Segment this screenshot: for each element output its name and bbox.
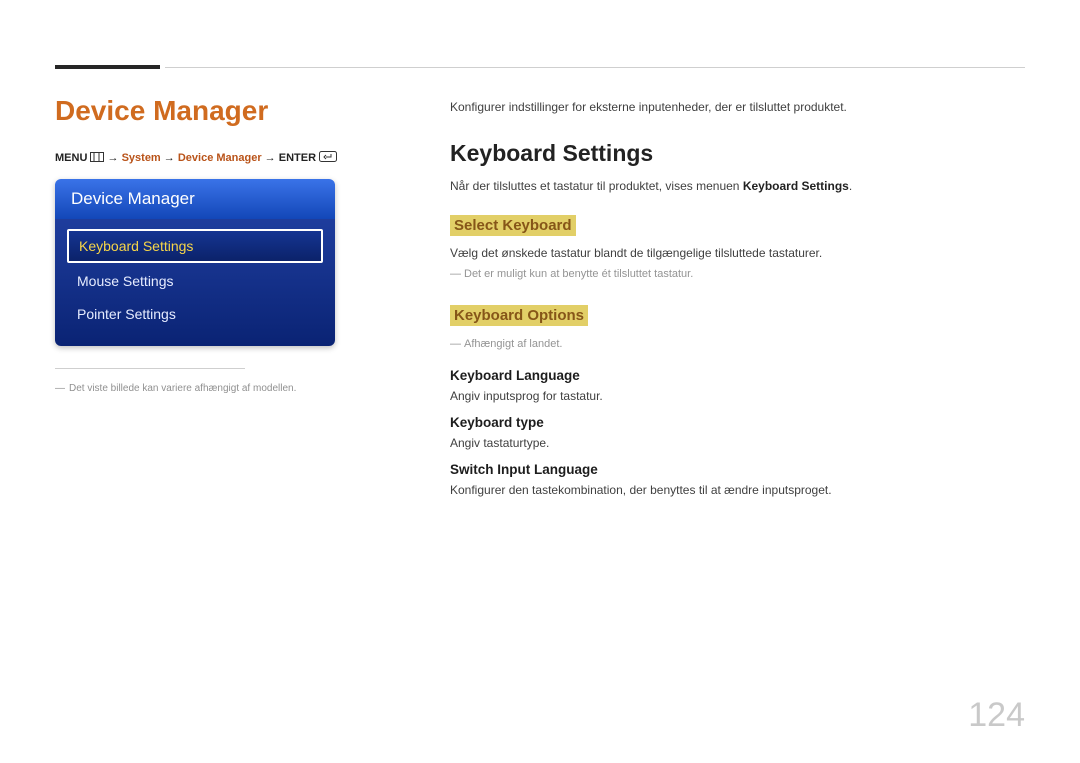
device-manager-panel: Device Manager Keyboard Settings Mouse S… (55, 179, 335, 346)
note-text: Det er muligt kun at benytte ét tilslutt… (464, 268, 693, 280)
panel-body: Keyboard Settings Mouse Settings Pointer… (55, 219, 335, 346)
heading-keyboard-language: Keyboard Language (450, 368, 1025, 383)
panel-item-label: Keyboard Settings (79, 238, 193, 254)
keyboard-language-desc: Angiv inputsprog for tastatur. (450, 389, 1025, 403)
note-text: Afhængigt af landet. (464, 338, 562, 350)
keyboard-type-desc: Angiv tastaturtype. (450, 436, 1025, 450)
header-accent-bar (55, 65, 160, 69)
breadcrumb-device-manager: Device Manager (178, 152, 262, 164)
dash-icon: ― (450, 266, 464, 283)
footnote-text: Det viste billede kan variere afhængigt … (69, 383, 296, 394)
switch-input-language-desc: Konfigurer den tastekombination, der ben… (450, 483, 1025, 497)
breadcrumb-system: System (122, 152, 161, 164)
intro-text: Konfigurer indstillinger for eksterne in… (450, 100, 1025, 114)
left-column: Device Manager MENU → System → Device Ma… (55, 95, 395, 396)
breadcrumb-menu-label: MENU (55, 152, 87, 164)
breadcrumb-arrow: → (265, 152, 276, 164)
header-divider (165, 67, 1025, 68)
keyboard-settings-desc: Når der tilsluttes et tastatur til produ… (450, 179, 1025, 193)
desc-prefix: Når der tilsluttes et tastatur til produ… (450, 179, 743, 193)
panel-header: Device Manager (55, 179, 335, 219)
enter-icon (319, 151, 337, 165)
breadcrumb-enter-label: ENTER (279, 152, 316, 164)
heading-keyboard-settings: Keyboard Settings (450, 140, 1025, 167)
select-keyboard-desc: Vælg det ønskede tastatur blandt de tilg… (450, 246, 1025, 260)
subheading-select-keyboard: Select Keyboard (450, 215, 576, 236)
heading-switch-input-language: Switch Input Language (450, 462, 1025, 477)
breadcrumb-arrow: → (108, 152, 119, 164)
dash-icon: ― (450, 336, 464, 353)
panel-item-label: Mouse Settings (77, 273, 174, 289)
menu-icon (90, 152, 104, 165)
page-title: Device Manager (55, 95, 395, 127)
breadcrumb: MENU → System → Device Manager → ENTER (55, 151, 395, 165)
dash-icon: ― (55, 381, 69, 396)
right-column: Konfigurer indstillinger for eksterne in… (450, 100, 1025, 509)
left-footnote: ―Det viste billede kan variere afhængigt… (55, 381, 395, 396)
breadcrumb-arrow: → (164, 152, 175, 164)
heading-keyboard-type: Keyboard type (450, 415, 1025, 430)
panel-item-label: Pointer Settings (77, 306, 176, 322)
page-number: 124 (968, 696, 1025, 735)
panel-item-mouse-settings[interactable]: Mouse Settings (67, 266, 323, 296)
panel-item-keyboard-settings[interactable]: Keyboard Settings (67, 229, 323, 263)
select-keyboard-note: ―Det er muligt kun at benytte ét tilslut… (450, 266, 1025, 283)
footnote-divider (55, 368, 245, 369)
subheading-keyboard-options: Keyboard Options (450, 305, 588, 326)
desc-bold: Keyboard Settings (743, 179, 849, 193)
desc-suffix: . (849, 179, 852, 193)
panel-item-pointer-settings[interactable]: Pointer Settings (67, 299, 323, 329)
keyboard-options-note: ―Afhængigt af landet. (450, 336, 1025, 353)
